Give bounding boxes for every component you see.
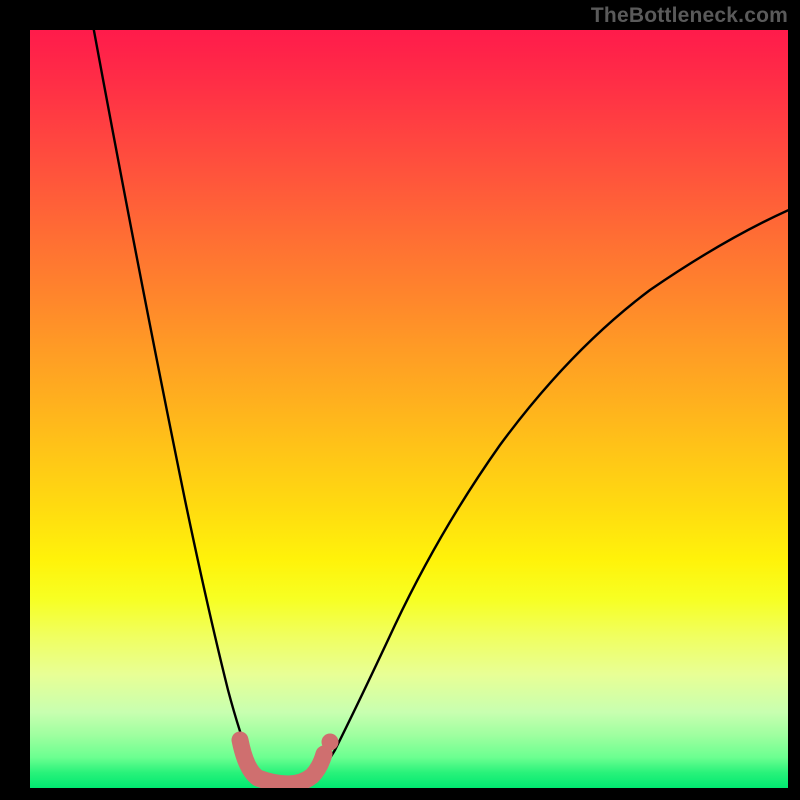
curve-layer <box>30 30 788 788</box>
watermark: TheBottleneck.com <box>591 4 788 28</box>
chart-frame: TheBottleneck.com <box>0 0 800 800</box>
plot-area <box>30 30 788 788</box>
trough-marker-band <box>240 740 324 784</box>
curve-left-branch <box>92 30 264 780</box>
curve-right-branch <box>310 205 788 780</box>
trough-marker-dot <box>322 734 339 751</box>
